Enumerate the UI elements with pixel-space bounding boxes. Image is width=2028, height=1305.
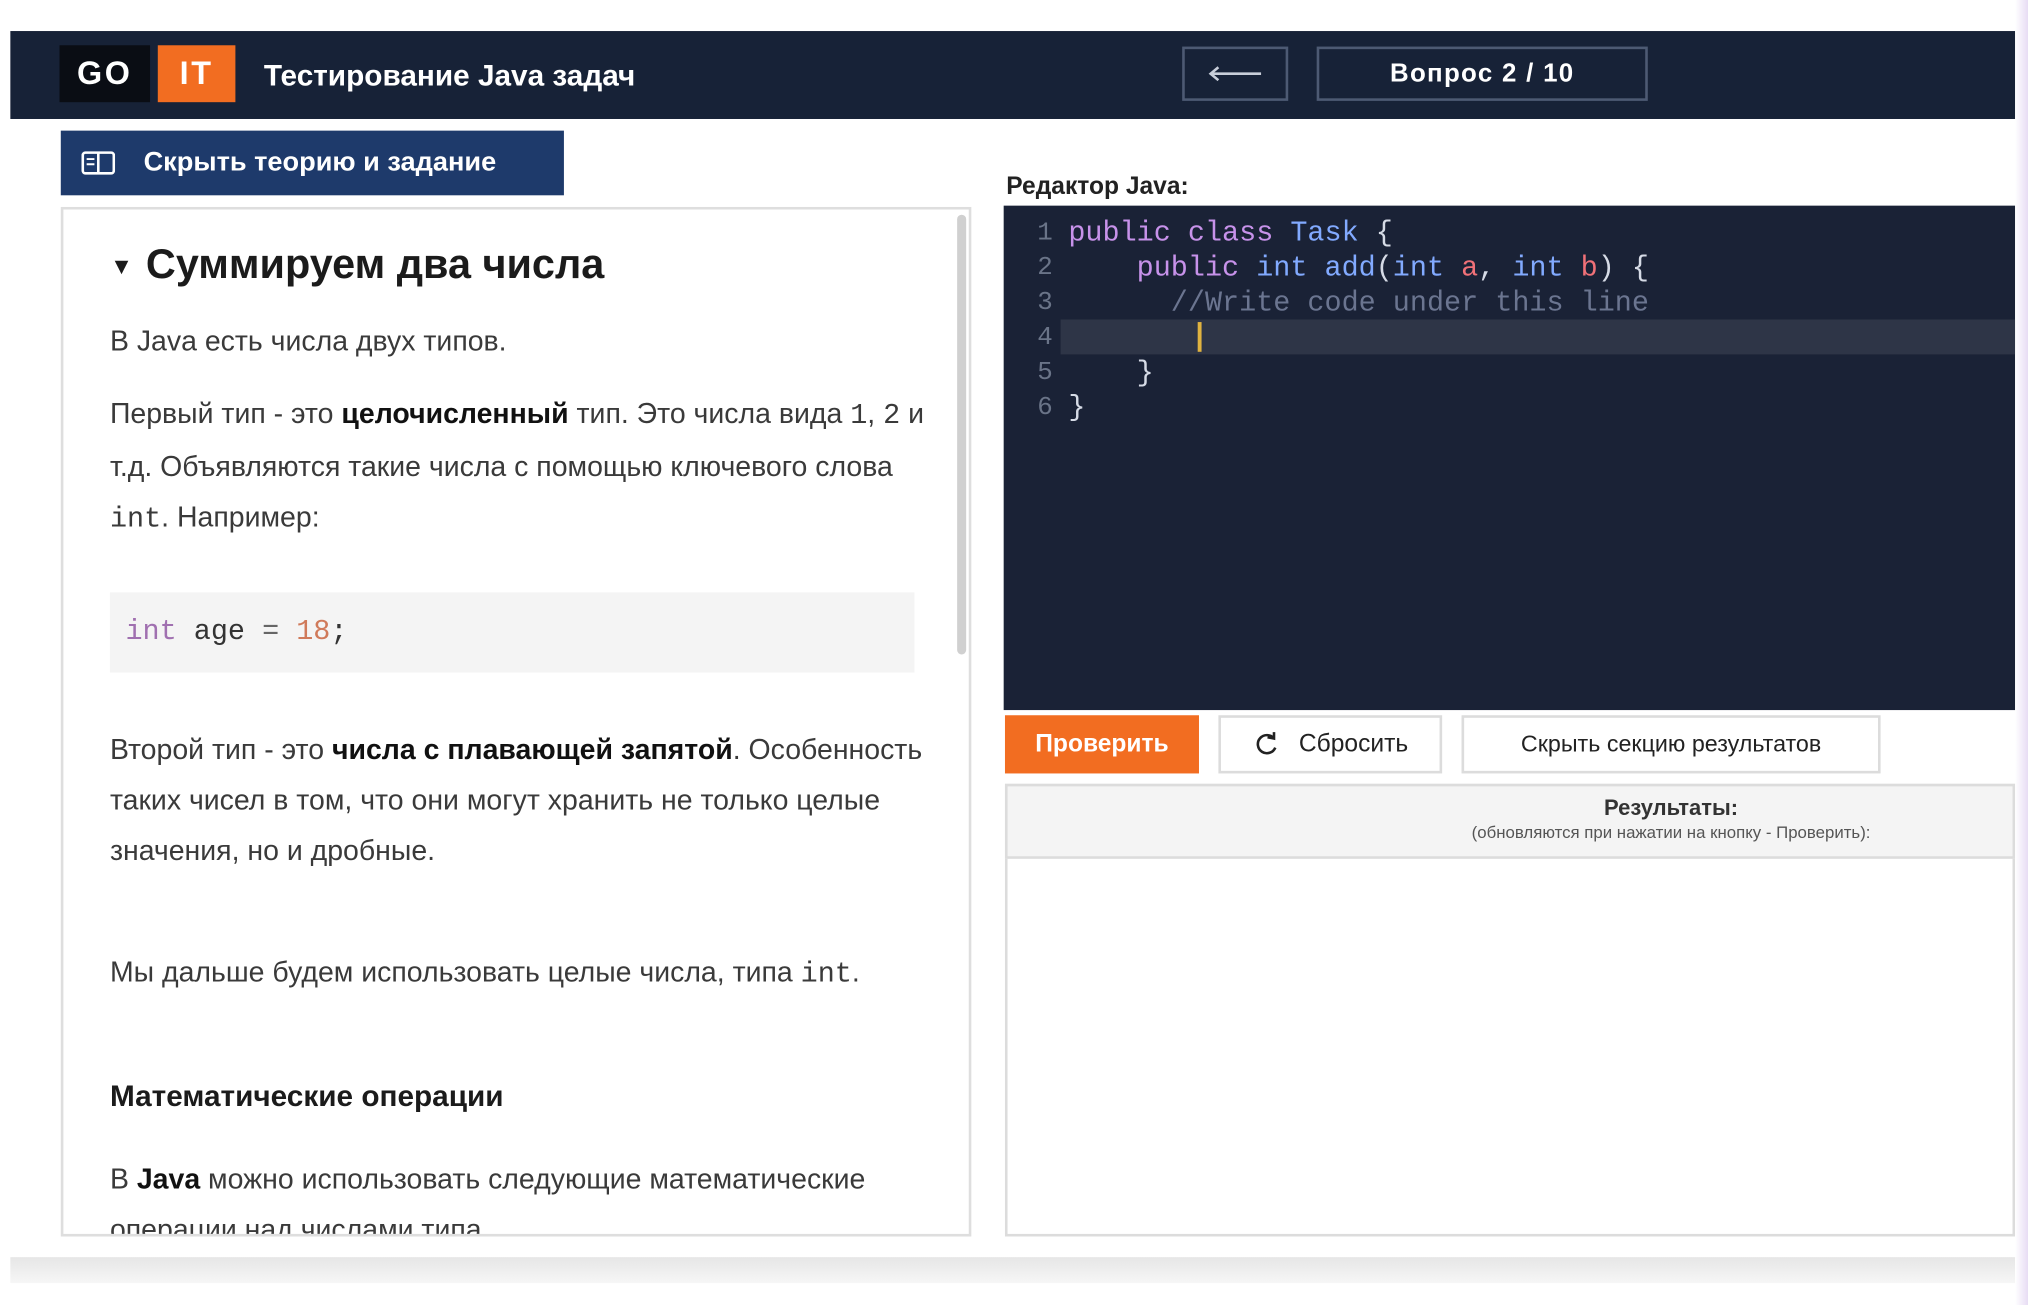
theory-subheading: Математические операции	[109, 1078, 504, 1113]
theory-title[interactable]: ▼ Суммируем два числа	[110, 241, 604, 289]
collapse-triangle-icon: ▼	[109, 253, 133, 280]
results-hint: (обновляются при нажатии на кнопку - Про…	[1471, 822, 1871, 843]
book-open-icon	[81, 151, 116, 175]
logo-go: GO	[59, 45, 151, 103]
code-line: //Write code under this line	[1170, 287, 1649, 320]
hide-results-button[interactable]: Скрыть секцию результатов	[1461, 715, 1881, 774]
editor-label: Редактор Java:	[1006, 173, 1189, 201]
question-counter: Вопрос 2 / 10	[1316, 46, 1648, 101]
theory-scrollbar[interactable]	[957, 214, 967, 655]
app-title: Тестирование Java задач	[263, 58, 636, 92]
refresh-icon	[1256, 731, 1277, 754]
page-edge	[2015, 0, 2028, 1305]
back-button[interactable]	[1182, 46, 1289, 101]
arrow-left-icon	[1208, 66, 1262, 82]
theory-paragraph: В Java есть числа двух типов.	[109, 324, 507, 357]
theory-paragraph: Второй тип - это числа с плавающей запят…	[109, 733, 923, 867]
code-line: public int add(int a, int b) {	[1136, 252, 1649, 285]
results-title: Результаты:	[1604, 795, 1739, 821]
reset-label: Сбросить	[1298, 730, 1409, 758]
theory-paragraph: Мы дальше будем использовать целые числа…	[109, 955, 860, 991]
theory-paragraph: В Java можно использовать следующие мате…	[109, 1162, 866, 1237]
logo-it: IT	[157, 45, 236, 103]
toggle-theory-label: Скрыть теорию и задание	[143, 147, 497, 178]
code-example: int age = 18;	[109, 592, 915, 673]
toggle-theory-button[interactable]: Скрыть теорию и задание	[60, 130, 564, 196]
text-caret	[1197, 322, 1202, 352]
theory-paragraph: Первый тип - это целочисленный тип. Это …	[109, 397, 924, 536]
code-line: }	[1068, 391, 1086, 425]
footer-bar	[10, 1257, 2016, 1284]
theory-panel: ▼ Суммируем два числа В Java есть числа д…	[60, 206, 972, 1237]
code-line: public class Task {	[1068, 217, 1393, 250]
check-button[interactable]: Проверить	[1004, 715, 1199, 774]
code-lines: public class Task { public int add(int a…	[1004, 206, 2015, 710]
code-line: }	[1068, 356, 1154, 390]
reset-button[interactable]: Сбросить	[1218, 715, 1443, 774]
